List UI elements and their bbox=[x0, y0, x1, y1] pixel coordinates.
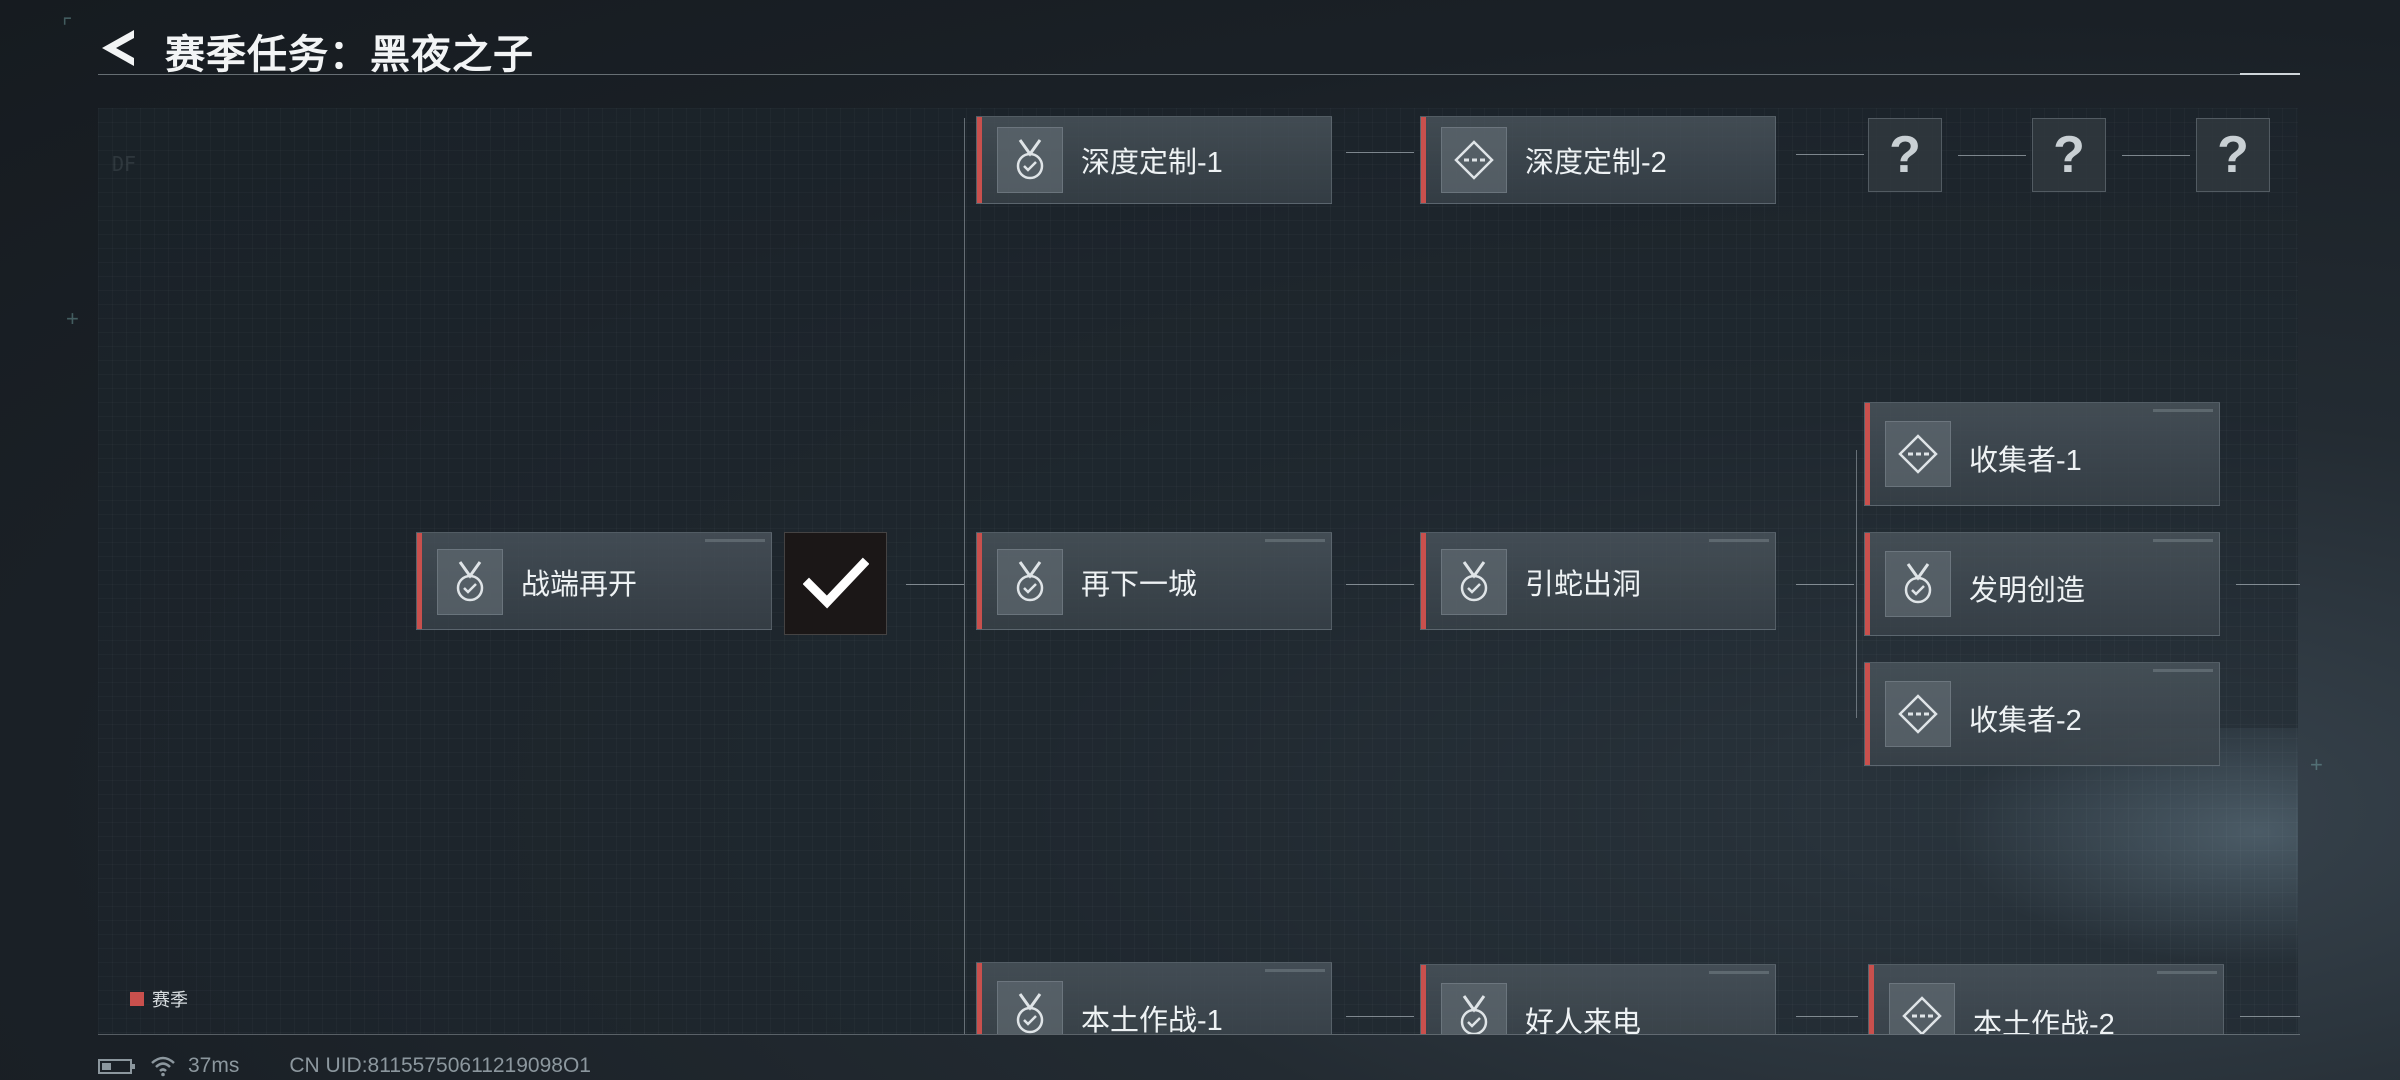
season-marker bbox=[977, 963, 982, 1034]
task-label: 本土作战-1 bbox=[1081, 1005, 1223, 1034]
season-marker bbox=[1421, 965, 1426, 1034]
node-corner-decor bbox=[1709, 971, 1769, 974]
legend: 赛季 bbox=[130, 986, 188, 1012]
footer-divider bbox=[98, 1034, 2300, 1035]
medal-check-icon bbox=[1441, 983, 1507, 1034]
ping-value: 37ms bbox=[188, 1054, 240, 1077]
diamond-dash-icon bbox=[1889, 983, 1955, 1034]
status-bar: 37ms CN UID:81155750611219098O1 bbox=[98, 1054, 591, 1078]
user-uid: CN UID:81155750611219098O1 bbox=[289, 1054, 591, 1077]
task-node-ben-tu-zuo-zhan-1[interactable]: 本土作战-1 bbox=[976, 962, 1332, 1034]
task-label: 本土作战-2 bbox=[1973, 1009, 2115, 1034]
legend-label: 赛季 bbox=[152, 990, 188, 1010]
legend-swatch bbox=[130, 992, 144, 1006]
task-label: 好人来电 bbox=[1525, 1007, 1642, 1034]
wifi-icon bbox=[151, 1056, 175, 1077]
task-node-hao-ren-lai-dian[interactable]: 好人来电 bbox=[1420, 964, 1776, 1034]
node-corner-decor bbox=[1265, 969, 1325, 972]
medal-check-icon bbox=[997, 981, 1063, 1034]
bottom-row-clip: 本土作战-1 好人来电 本土作战-2 bbox=[0, 0, 2400, 1034]
node-corner-decor bbox=[2157, 971, 2217, 974]
task-node-ben-tu-zuo-zhan-2[interactable]: 本土作战-2 bbox=[1868, 964, 2224, 1034]
season-marker bbox=[1869, 965, 1874, 1034]
battery-icon bbox=[98, 1058, 135, 1074]
